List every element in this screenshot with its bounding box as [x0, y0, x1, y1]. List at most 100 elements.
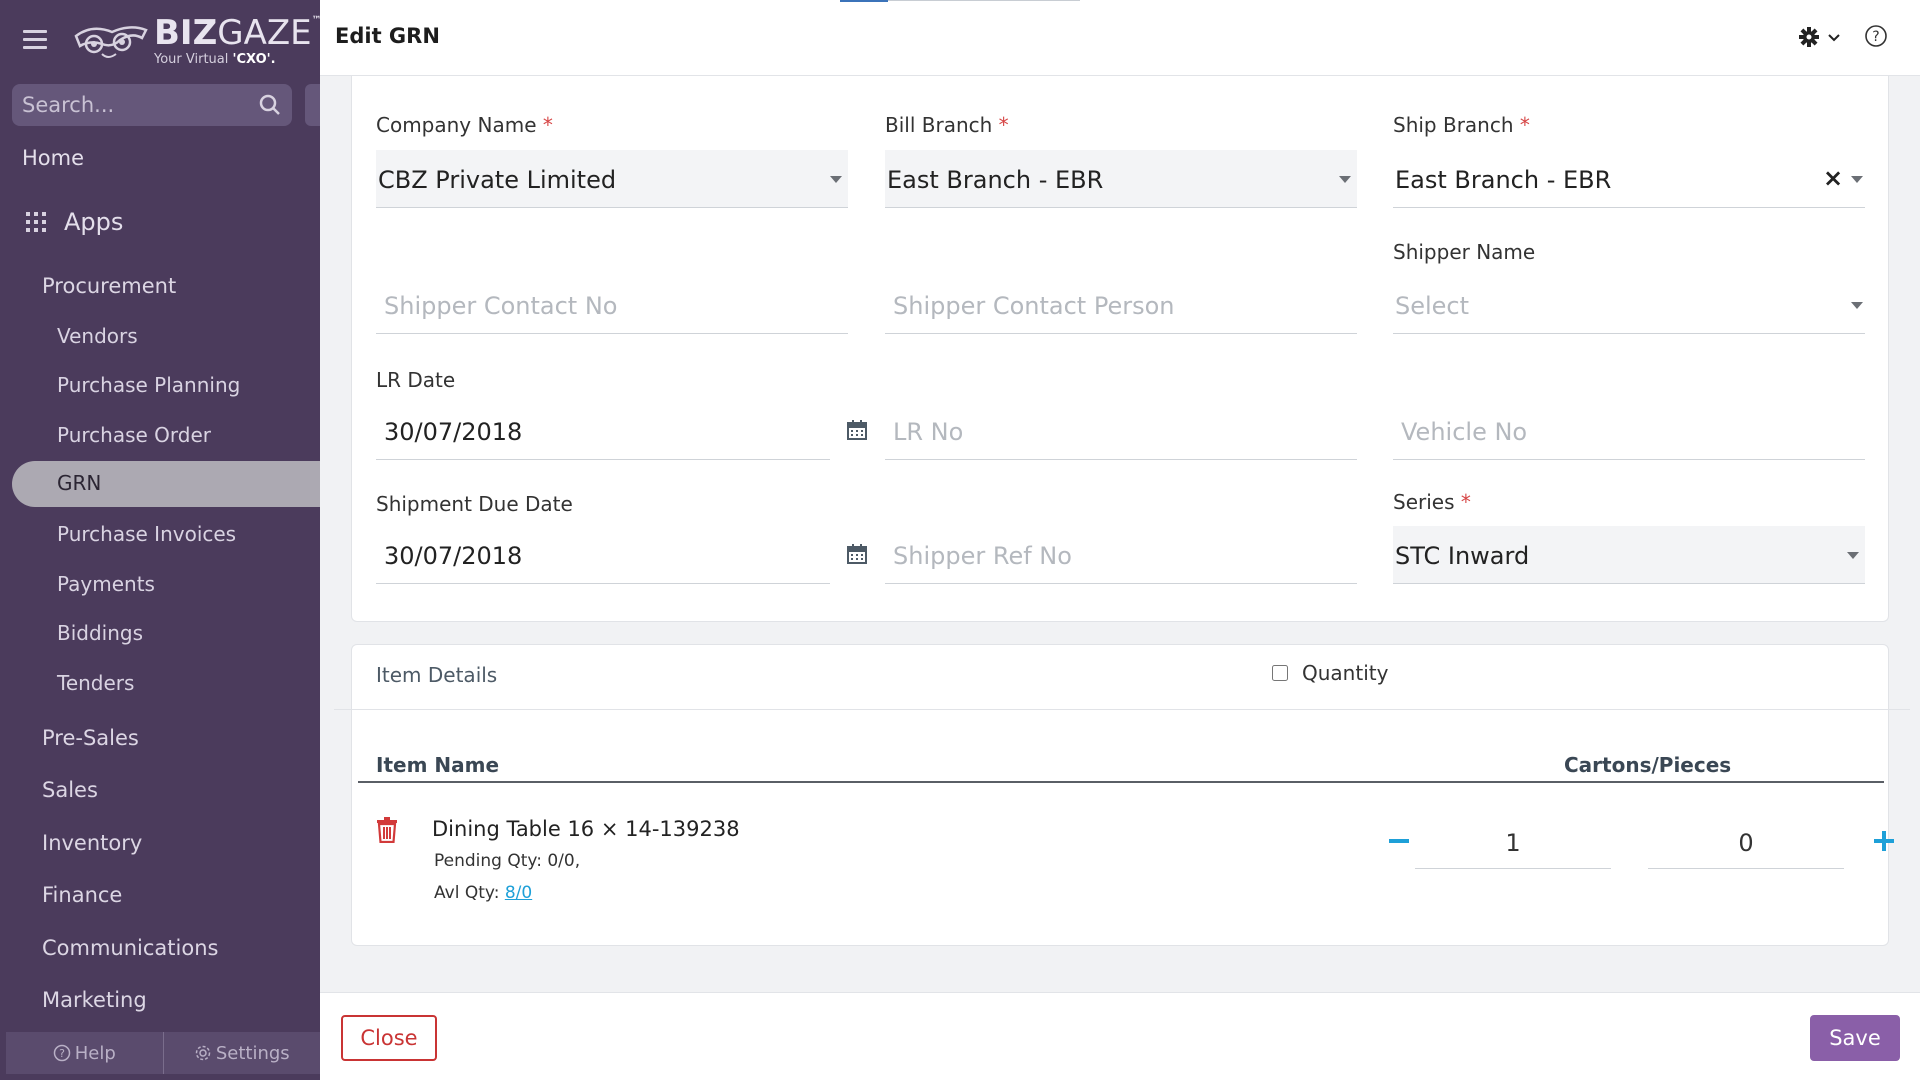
item-name: Dining Table 16 × 14-139238 — [432, 817, 740, 841]
hamburger-menu-icon[interactable] — [23, 30, 47, 50]
quantity-checkbox[interactable] — [1272, 665, 1288, 681]
bill-branch-label: Bill Branch * — [885, 113, 1009, 137]
lr-no-input[interactable]: LR No — [885, 402, 1357, 460]
help-label: Help — [74, 1042, 116, 1064]
main-panel: Edit GRN ? Company Name * CBZ Private Li… — [320, 0, 1920, 1080]
calendar-icon[interactable] — [847, 420, 867, 440]
ship-branch-select[interactable]: East Branch - EBR × — [1393, 150, 1865, 208]
nav-biddings[interactable]: Biddings — [57, 621, 143, 645]
shipper-contact-no-input[interactable]: Shipper Contact No — [376, 276, 848, 334]
quantity-toggle[interactable]: Quantity — [1272, 661, 1388, 685]
lr-date-input[interactable]: 30/07/2018 — [376, 402, 830, 460]
nav-purchase-invoices[interactable]: Purchase Invoices — [57, 522, 236, 546]
nav-procurement[interactable]: Procurement — [42, 274, 176, 298]
grn-header-form: Company Name * CBZ Private Limited Bill … — [351, 76, 1889, 622]
nav-grn-active[interactable]: GRN — [12, 461, 320, 507]
nav-sales[interactable]: Sales — [42, 778, 98, 802]
shipper-contact-person-input[interactable]: Shipper Contact Person — [885, 276, 1357, 334]
caret-down-icon — [1339, 176, 1351, 183]
bill-branch-select[interactable]: East Branch - EBR — [885, 150, 1357, 208]
close-button[interactable]: Close — [341, 1015, 437, 1061]
chevron-down-icon[interactable] — [1827, 32, 1841, 44]
column-header-cartons-pieces: Cartons/Pieces — [1564, 753, 1732, 777]
bill-branch-value: East Branch - EBR — [887, 166, 1104, 194]
page-title: Edit GRN — [335, 24, 440, 48]
increment-plus-icon[interactable] — [1874, 831, 1894, 851]
table-header-divider — [358, 781, 1884, 783]
company-name-select[interactable]: CBZ Private Limited — [376, 150, 848, 208]
form-footer: Close Save — [320, 992, 1920, 1080]
caret-down-icon — [1847, 552, 1859, 559]
shipper-name-select[interactable]: Select — [1393, 276, 1865, 334]
shipment-due-date-input[interactable]: 30/07/2018 — [376, 526, 830, 584]
company-name-value: CBZ Private Limited — [378, 166, 617, 194]
help-button[interactable]: ? Help — [6, 1032, 164, 1074]
svg-text:?: ? — [1872, 29, 1879, 45]
lr-no-placeholder: LR No — [893, 418, 964, 446]
nav-grn-label: GRN — [57, 471, 102, 495]
lr-date-label: LR Date — [376, 368, 456, 392]
progress-indicator — [840, 0, 888, 2]
series-select[interactable]: STC Inward — [1393, 526, 1865, 584]
gear-icon[interactable] — [1798, 26, 1820, 48]
nav-inventory[interactable]: Inventory — [42, 831, 142, 855]
nav-finance[interactable]: Finance — [42, 883, 122, 907]
nav-marketing[interactable]: Marketing — [42, 988, 147, 1012]
available-qty: Avl Qty: 8/0 — [434, 883, 533, 903]
nav-pre-sales[interactable]: Pre-Sales — [42, 726, 139, 750]
company-name-label: Company Name * — [376, 113, 553, 137]
vehicle-no-input[interactable]: Vehicle No — [1393, 402, 1865, 460]
sidebar-search — [12, 84, 292, 126]
decrement-minus-icon[interactable] — [1389, 839, 1409, 843]
help-circle-icon[interactable]: ? — [1864, 24, 1888, 48]
shipper-ref-no-placeholder: Shipper Ref No — [893, 542, 1072, 570]
search-icon[interactable] — [258, 93, 282, 117]
shipper-contact-no-placeholder: Shipper Contact No — [384, 292, 618, 320]
bizgaze-logo[interactable]: BIZGAZE™ Your Virtual 'CXO'. — [72, 14, 322, 68]
nav-payments[interactable]: Payments — [57, 572, 155, 596]
nav-purchase-order[interactable]: Purchase Order — [57, 423, 211, 447]
cartons-input[interactable]: 1 — [1415, 815, 1611, 869]
shipment-due-date-value: 30/07/2018 — [384, 542, 523, 570]
nav-purchase-planning[interactable]: Purchase Planning — [57, 373, 240, 397]
caret-down-icon — [1851, 176, 1863, 183]
clear-x-icon[interactable]: × — [1823, 164, 1843, 192]
series-label: Series * — [1393, 490, 1471, 514]
settings-label: Settings — [215, 1042, 290, 1064]
pieces-input[interactable]: 0 — [1648, 815, 1844, 869]
shipment-due-date-label: Shipment Due Date — [376, 492, 573, 516]
nav-vendors[interactable]: Vendors — [57, 324, 138, 348]
gear-icon — [195, 1045, 211, 1061]
shipper-name-placeholder: Select — [1395, 292, 1470, 320]
column-header-item-name: Item Name — [376, 753, 500, 777]
svg-text:?: ? — [59, 1047, 65, 1060]
sidebar-header: BIZGAZE™ Your Virtual 'CXO'. — [0, 0, 322, 80]
settings-button[interactable]: Settings — [164, 1032, 321, 1074]
apps-grid-icon — [26, 212, 46, 232]
question-circle-icon: ? — [53, 1044, 70, 1062]
logo-wordmark: BIZGAZE™ — [154, 13, 322, 53]
vehicle-no-placeholder: Vehicle No — [1401, 418, 1528, 446]
shipper-contact-person-placeholder: Shipper Contact Person — [893, 292, 1175, 320]
nav-communications[interactable]: Communications — [42, 936, 218, 960]
search-input[interactable] — [22, 93, 258, 117]
shipper-name-label: Shipper Name — [1393, 240, 1536, 264]
nav-home[interactable]: Home — [22, 146, 84, 170]
save-button[interactable]: Save — [1810, 1015, 1900, 1061]
sidebar-footer: ? Help Settings — [6, 1032, 320, 1074]
nav-apps-label: Apps — [64, 208, 124, 236]
trash-icon[interactable] — [375, 817, 399, 843]
sidebar: BIZGAZE™ Your Virtual 'CXO'. Home Apps P… — [0, 0, 322, 1080]
item-details-card: Item Details Quantity Item Name Cartons/… — [334, 644, 1910, 946]
quantity-label: Quantity — [1302, 661, 1389, 685]
available-qty-link[interactable]: 8/0 — [505, 883, 532, 903]
search-tab[interactable] — [305, 84, 320, 126]
shipper-ref-no-input[interactable]: Shipper Ref No — [885, 526, 1357, 584]
ship-branch-value: East Branch - EBR — [1395, 166, 1612, 194]
caret-down-icon — [1851, 302, 1863, 309]
nav-tenders[interactable]: Tenders — [57, 671, 134, 695]
item-details-title: Item Details — [376, 663, 498, 687]
nav-apps[interactable]: Apps — [26, 208, 123, 236]
caret-down-icon — [830, 176, 842, 183]
calendar-icon[interactable] — [847, 544, 867, 564]
